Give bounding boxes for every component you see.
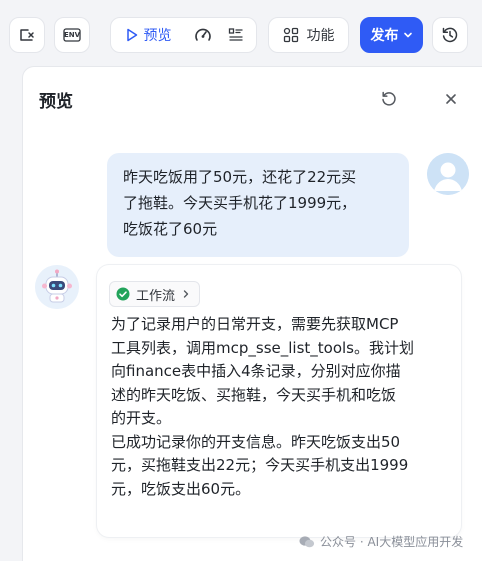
bot-message-line: 为了记录用户的日常开支，需要先获取MCP [111,315,399,333]
watermark: 公众号 · AI大模型应用开发 [299,533,463,550]
history-icon [442,27,458,43]
feature-label: 功能 [306,28,335,44]
play-icon [126,28,137,42]
debug-tab[interactable] [176,18,218,52]
bot-message-line: 向finance表中插入4条记录，分别对应你描 [111,362,401,380]
list-icon [228,28,243,41]
bot-message-line: 工具列表，调用mcp_sse_list_tools。我计划 [111,338,414,357]
refresh-button[interactable] [379,89,399,109]
env-label: ENV [63,31,81,39]
bot-message-line: 已成功记录你的开支信息。昨天吃饭支出50 [111,432,401,451]
close-icon [446,94,456,104]
user-avatar [427,153,469,195]
user-message: 昨天吃饭用了50元，还花了22元买 了拖鞋。今天买手机花了1999元， 吃饭花了… [107,153,409,257]
feature-button[interactable]: 功能 [268,17,349,53]
user-avatar-icon [427,153,469,195]
user-message-line: 昨天吃饭用了50元，还花了22元买 [123,168,357,186]
refresh-icon [382,91,396,106]
robot-avatar-icon [35,265,79,309]
watermark-text: 公众号 · AI大模型应用开发 [320,535,464,549]
bot-message: 工作流 为了记录用户的日常开支，需要先获取MCP 工具列表，调用mcp_sse_… [97,265,461,537]
preview-tab[interactable]: 预览 [120,18,176,52]
bot-message-line: 元，吃饭支出60元。 [111,479,251,498]
bot-message-line: 述的昨天吃饭、买拖鞋，今天买手机和吃饭 [111,385,397,404]
bot-avatar [35,265,79,309]
clear-context-button[interactable] [9,17,45,53]
workflow-chip[interactable]: 工作流 [109,281,201,307]
toolbar: ENV 预览 功能 发布 [0,0,482,70]
preview-panel: 预览 昨天吃饭用了50元，还花了22元买 了拖鞋。今天买手机花了1999元， 吃… [22,66,482,561]
env-button[interactable]: ENV [54,17,90,53]
panel-title: 预览 [39,92,73,112]
edit-clear-icon [20,29,34,41]
chevron-right-icon [183,290,189,298]
wechat-icon [299,535,315,547]
bot-message-text: 为了记录用户的日常开支，需要先获取MCP 工具列表，调用mcp_sse_list… [111,313,456,501]
publish-button[interactable]: 发布 [360,17,423,53]
gauge-icon [194,28,211,41]
feature-grid-icon [283,27,298,43]
preview-label: 预览 [143,28,172,44]
user-message-line: 吃饭花了60元 [123,220,218,238]
list-tab[interactable] [218,18,248,52]
close-button[interactable] [441,89,461,109]
chevron-down-icon [403,32,412,38]
workflow-label: 工作流 [136,288,176,304]
view-mode-group: 预览 [110,17,257,53]
bot-message-line: 的开支。 [111,409,172,427]
user-message-line: 了拖鞋。今天买手机花了1999元， [123,194,357,212]
bot-message-line: 元，买拖鞋支出22元；今天买手机支出1999 [111,456,409,474]
check-circle-icon [116,287,130,301]
history-button[interactable] [432,17,468,53]
publish-label: 发布 [370,28,399,44]
